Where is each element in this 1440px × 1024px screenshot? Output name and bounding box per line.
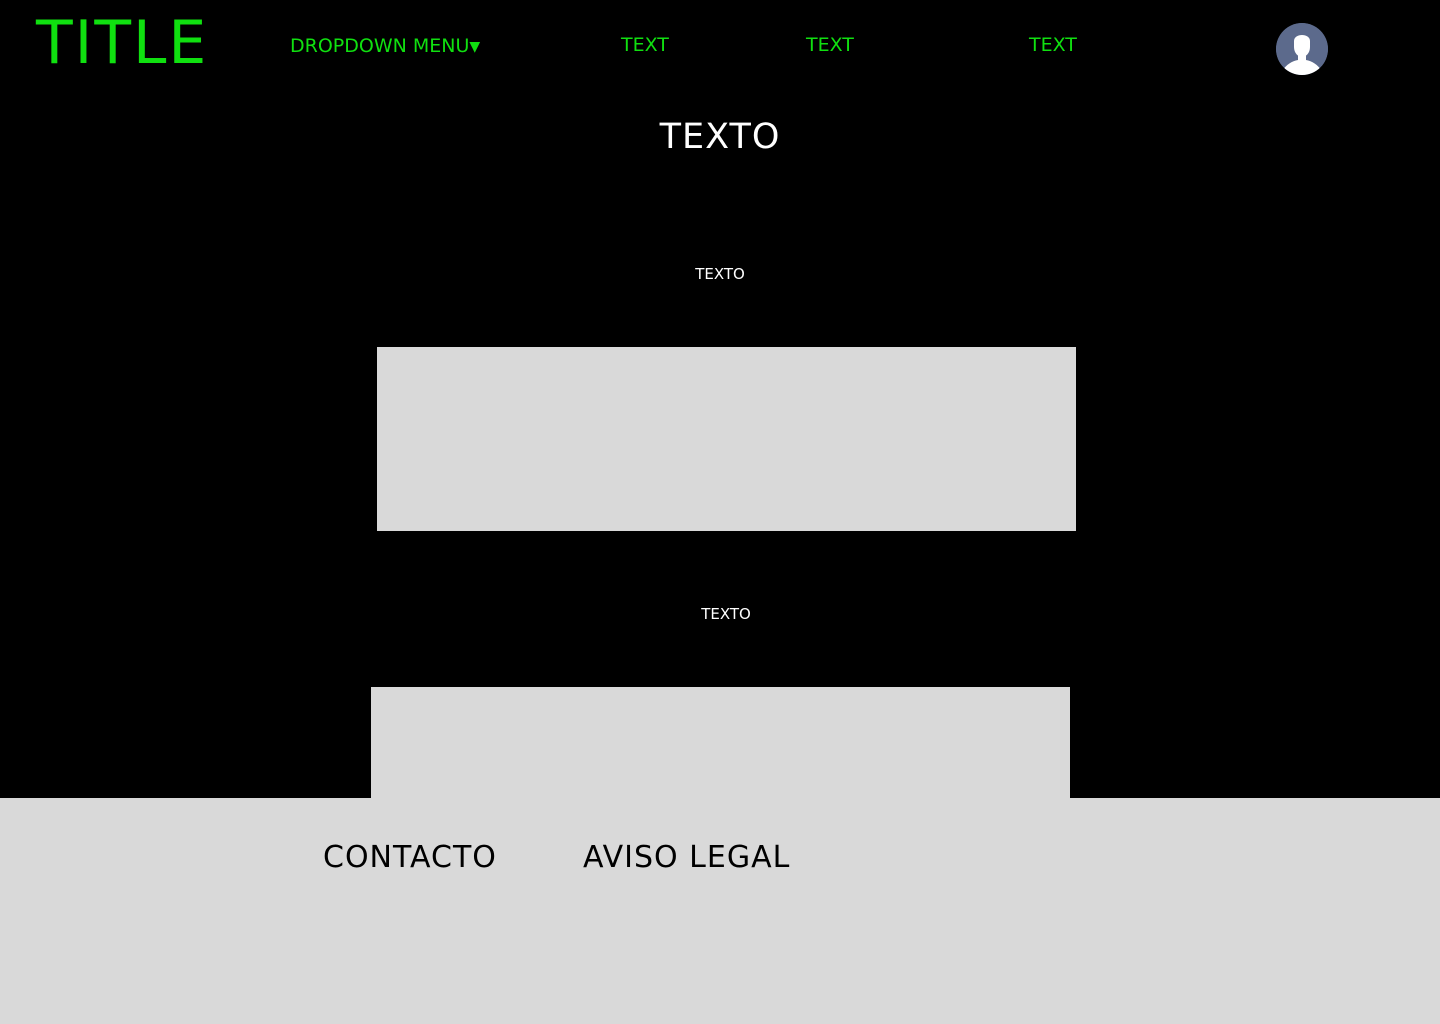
footer: CONTACTO AVISO LEGAL — [0, 798, 1440, 1024]
caret-down-icon: ▼ — [469, 39, 481, 55]
content-placeholder-1 — [377, 347, 1076, 531]
section-label-2: TEXTO — [701, 605, 751, 623]
user-avatar-icon[interactable] — [1276, 23, 1328, 75]
footer-link-legal[interactable]: AVISO LEGAL — [583, 840, 790, 876]
dropdown-menu[interactable]: DROPDOWN MENU▼ — [290, 34, 480, 59]
main-heading: TEXTO — [659, 117, 781, 157]
page: TITLE DROPDOWN MENU▼ TEXT TEXT TEXT TEXT… — [0, 0, 1440, 1024]
site-title[interactable]: TITLE — [36, 8, 208, 78]
dropdown-menu-label: DROPDOWN MENU — [290, 35, 470, 57]
content-placeholder-2 — [371, 687, 1070, 798]
footer-link-contact[interactable]: CONTACTO — [323, 840, 497, 876]
section-label-1: TEXTO — [695, 265, 745, 283]
nav-link-2[interactable]: TEXT — [806, 33, 854, 57]
nav-link-1[interactable]: TEXT — [621, 33, 669, 57]
nav-link-3[interactable]: TEXT — [1029, 33, 1077, 57]
